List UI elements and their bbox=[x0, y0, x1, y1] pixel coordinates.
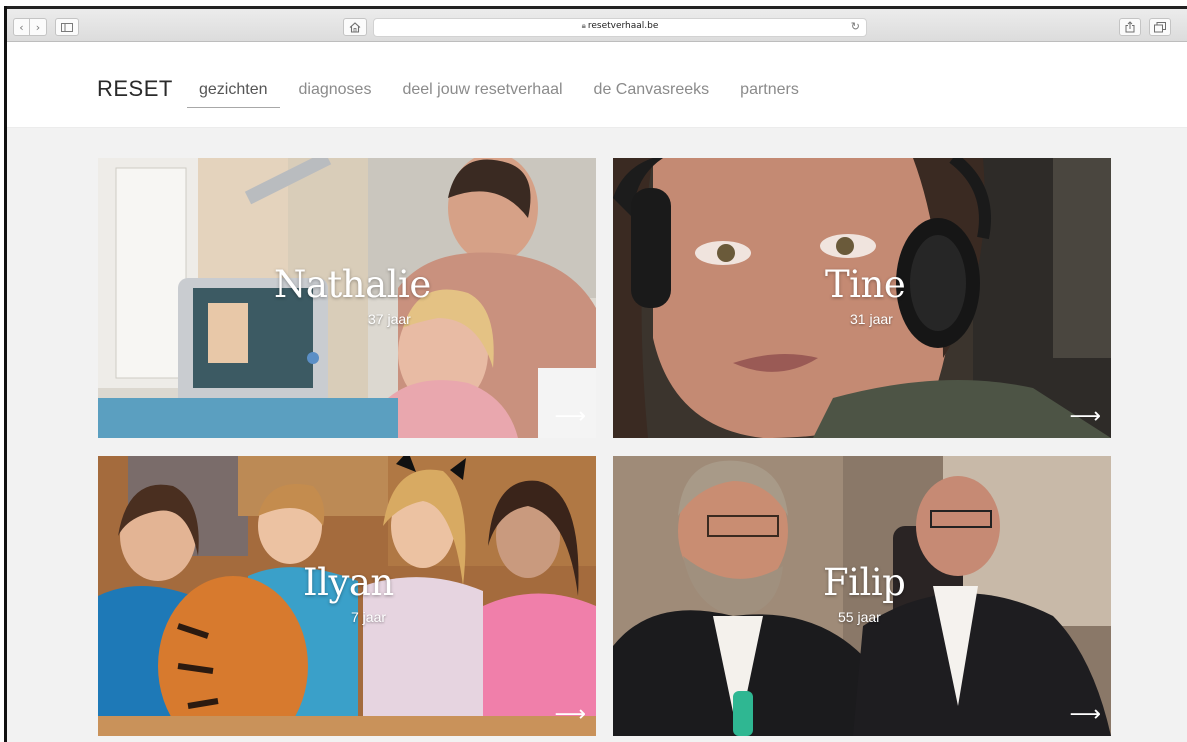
person-name: Ilyan bbox=[303, 561, 394, 604]
history-buttons: ‹ › bbox=[13, 18, 79, 36]
nav-item-partners[interactable]: partners bbox=[728, 81, 811, 108]
person-name: Filip bbox=[823, 561, 906, 604]
arrow-right-icon: ⟶ bbox=[1069, 702, 1101, 727]
forward-button[interactable]: › bbox=[30, 18, 47, 36]
browser-toolbar: ‹ › 🔒︎ resetverhaal.be ↻ bbox=[7, 6, 1187, 42]
main-nav: gezichten diagnoses deel jouw resetverha… bbox=[187, 81, 830, 108]
back-button[interactable]: ‹ bbox=[13, 18, 30, 36]
nav-item-deel-jouw-resetverhaal[interactable]: deel jouw resetverhaal bbox=[390, 81, 574, 108]
window-left-edge bbox=[4, 6, 7, 742]
person-card-tine[interactable]: Tine 31 jaar ⟶ bbox=[613, 158, 1111, 438]
url-text: resetverhaal.be bbox=[587, 21, 659, 31]
share-icon bbox=[1125, 21, 1135, 33]
show-tabs-button[interactable] bbox=[1149, 18, 1171, 36]
person-card-ilyan[interactable]: Ilyan 7 jaar ⟶ bbox=[98, 456, 596, 736]
address-bar[interactable]: 🔒︎ resetverhaal.be ↻ bbox=[373, 18, 867, 37]
person-name: Nathalie bbox=[274, 263, 431, 306]
chevron-left-icon: ‹ bbox=[19, 20, 24, 34]
person-card-filip[interactable]: Filip 55 jaar ⟶ bbox=[613, 456, 1111, 736]
person-age: 37 jaar bbox=[368, 311, 411, 327]
faces-grid: Nathalie 37 jaar ⟶ Tine 31 jaar ⟶ Ilyan … bbox=[7, 128, 1187, 742]
reload-icon[interactable]: ↻ bbox=[851, 20, 860, 33]
nav-item-gezichten[interactable]: gezichten bbox=[187, 81, 280, 108]
sidebar-icon bbox=[61, 22, 73, 32]
person-name: Tine bbox=[825, 263, 906, 306]
site-logo[interactable]: RESET bbox=[97, 76, 173, 102]
tabs-icon bbox=[1154, 21, 1166, 32]
share-button[interactable] bbox=[1119, 18, 1141, 36]
home-icon bbox=[349, 21, 361, 33]
person-age: 7 jaar bbox=[351, 609, 387, 625]
lock-icon: 🔒︎ bbox=[581, 21, 586, 30]
home-button[interactable] bbox=[343, 18, 367, 36]
nav-item-diagnoses[interactable]: diagnoses bbox=[287, 81, 384, 108]
arrow-right-icon: ⟶ bbox=[1069, 404, 1101, 429]
site-header: RESET gezichten diagnoses deel jouw rese… bbox=[7, 43, 1187, 128]
chevron-right-icon: › bbox=[35, 20, 41, 34]
arrow-right-icon: ⟶ bbox=[554, 702, 586, 727]
person-age: 55 jaar bbox=[838, 609, 881, 625]
person-card-nathalie[interactable]: Nathalie 37 jaar ⟶ bbox=[98, 158, 596, 438]
sidebar-button[interactable] bbox=[55, 18, 79, 36]
nav-item-de-canvasreeks[interactable]: de Canvasreeks bbox=[582, 81, 722, 108]
person-age: 31 jaar bbox=[850, 311, 893, 327]
arrow-right-icon: ⟶ bbox=[554, 404, 586, 429]
